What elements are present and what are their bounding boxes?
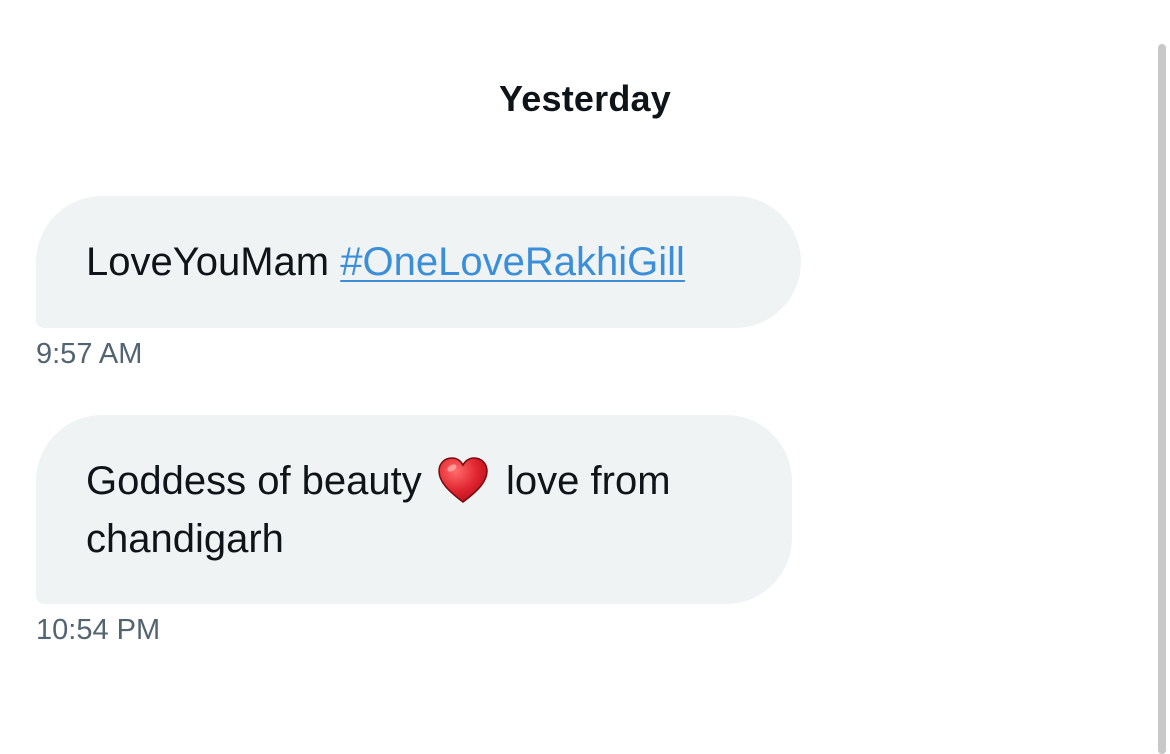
message-timestamp: 10:54 PM [36,614,161,646]
message-bubble[interactable]: LoveYouMam #OneLoveRakhiGill [36,196,801,328]
date-divider: Yesterday [499,78,671,119]
scrollbar-thumb[interactable] [1158,44,1166,754]
message-text: Goddess of beauty [86,459,433,503]
scrollbar[interactable] [1154,0,1170,754]
dm-conversation-view: Yesterday LoveYouMam #OneLoveRakhiGill 9… [0,0,1170,754]
hashtag-link[interactable]: #OneLoveRakhiGill [340,240,685,284]
message-timestamp: 9:57 AM [36,338,143,370]
message-text: LoveYouMam [86,240,341,284]
message-bubble[interactable]: Goddess of beauty love from chandigarh [36,415,792,604]
heart-emoji-icon [437,456,489,504]
